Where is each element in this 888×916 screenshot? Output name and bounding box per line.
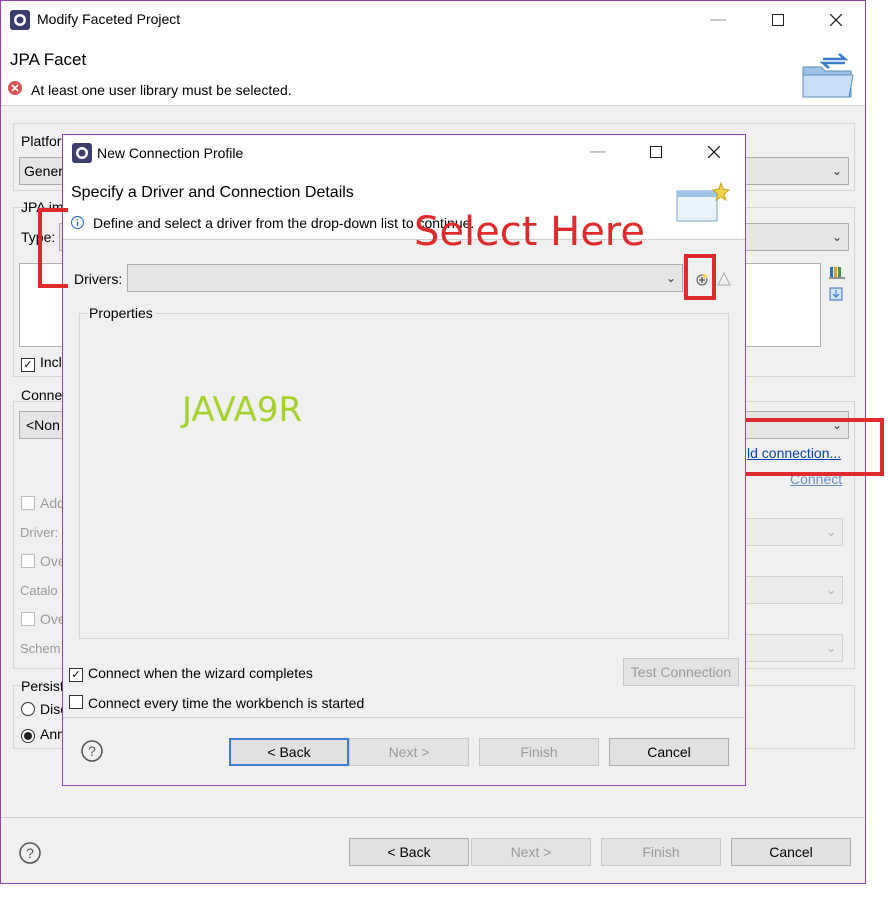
inner-minimize-button[interactable]: — (575, 137, 621, 167)
platform-label: Platfor (21, 133, 62, 149)
dialog-title: Specify a Driver and Connection Details (71, 184, 354, 201)
platform-value: Gener (24, 163, 63, 179)
override-catalog-checkbox[interactable] (21, 554, 35, 571)
connection-value: <Non (26, 417, 60, 433)
svg-text:?: ? (26, 845, 34, 861)
catalog-label: Catalo (20, 583, 58, 598)
inner-window-title: New Connection Profile (97, 145, 244, 161)
folder-exchange-icon (801, 53, 859, 99)
persist-label: Persist (21, 678, 64, 694)
inner-close-button[interactable] (691, 137, 737, 167)
schema-label: Schem (20, 641, 61, 656)
test-connection-button[interactable]: Test Connection (623, 658, 739, 686)
override-schema-checkbox[interactable] (21, 612, 35, 629)
help-icon[interactable]: ? (19, 842, 41, 864)
properties-label: Properties (87, 305, 155, 321)
outer-close-button[interactable] (813, 5, 859, 35)
header-divider (1, 105, 865, 106)
drivers-label: Drivers: (74, 271, 123, 287)
outer-cancel-button[interactable]: Cancel (731, 838, 851, 866)
outer-maximize-button[interactable] (755, 5, 801, 35)
checkbox-icon (21, 554, 35, 568)
chevron-down-icon: ⌄ (665, 271, 676, 285)
outer-back-button[interactable]: < Back (349, 838, 469, 866)
radio-icon (21, 702, 35, 716)
annotation-highlight-add-driver (684, 254, 716, 300)
inner-next-button[interactable]: Next > (349, 738, 469, 766)
checkbox-checked-icon: ✓ (69, 667, 83, 682)
manage-libraries-icon[interactable] (829, 265, 845, 279)
schema-combo[interactable]: ⌄ (743, 634, 843, 662)
inner-back-button[interactable]: < Back (229, 738, 349, 766)
minimize-icon: — (590, 143, 606, 160)
select-here-annotation: Select Here (414, 209, 645, 255)
download-library-icon[interactable] (829, 287, 845, 301)
outer-next-button[interactable]: Next > (471, 838, 591, 866)
annotation-highlight-add-connection (746, 418, 884, 476)
chevron-down-icon: ⌄ (825, 641, 836, 655)
inner-finish-button[interactable]: Finish (479, 738, 599, 766)
inner-footer-divider (63, 717, 745, 718)
properties-group (79, 313, 729, 639)
edit-driver-definition-icon[interactable] (717, 271, 731, 286)
outer-minimize-button[interactable]: — (695, 5, 741, 35)
eclipse-app-icon (10, 10, 30, 30)
checkbox-icon (21, 496, 35, 510)
maximize-icon (772, 14, 784, 26)
error-message: At least one user library must be select… (31, 82, 292, 98)
checkbox-icon (69, 695, 83, 709)
close-icon (708, 146, 720, 158)
checkbox-checked-icon: ✓ (21, 357, 35, 372)
chevron-down-icon: ⌄ (831, 164, 842, 178)
annotation-highlight-left (38, 208, 68, 288)
drivers-combo[interactable]: ⌄ (127, 264, 683, 292)
help-icon[interactable]: ? (81, 740, 103, 762)
minimize-icon: — (710, 11, 726, 28)
page-title: JPA Facet (10, 50, 87, 69)
include-libraries-checkbox[interactable]: ✓ (21, 355, 35, 372)
discover-radio[interactable] (21, 702, 35, 719)
radio-selected-icon (21, 729, 35, 743)
outer-header: JPA Facet At least one user library must… (1, 39, 865, 105)
inner-title-bar: New Connection Profile — (63, 135, 745, 171)
outer-finish-button[interactable]: Finish (601, 838, 721, 866)
connection-wizard-icon (675, 181, 731, 225)
driver-label: Driver: (20, 525, 59, 540)
connect-when-complete-label: Connect when the wizard completes (88, 665, 313, 681)
inner-cancel-button[interactable]: Cancel (609, 738, 729, 766)
connect-every-time-label: Connect every time the workbench is star… (88, 695, 365, 711)
connect-when-complete-checkbox[interactable]: ✓ (69, 665, 83, 682)
outer-window-title: Modify Faceted Project (37, 11, 181, 27)
eclipse-app-icon (72, 143, 92, 163)
connection-label: Conne (21, 387, 63, 403)
close-icon (830, 14, 842, 26)
annotated-radio[interactable] (21, 727, 35, 743)
watermark-text: JAVA9R (182, 390, 303, 430)
connect-every-time-checkbox[interactable] (69, 695, 83, 712)
outer-title-bar: Modify Faceted Project — (1, 1, 865, 39)
error-icon (8, 81, 22, 95)
footer-divider (1, 817, 865, 818)
chevron-down-icon: ⌄ (831, 230, 842, 244)
maximize-icon (650, 146, 662, 158)
catalog-combo[interactable]: ⌄ (743, 576, 843, 604)
inner-maximize-button[interactable] (633, 137, 679, 167)
svg-text:?: ? (88, 743, 96, 759)
add-driver-checkbox[interactable] (21, 496, 35, 513)
chevron-down-icon: ⌄ (825, 583, 836, 597)
checkbox-icon (21, 612, 35, 626)
chevron-down-icon: ⌄ (825, 525, 836, 539)
info-icon (70, 215, 85, 230)
driver-combo[interactable]: ⌄ (743, 518, 843, 546)
include-libraries-label: Incl (40, 354, 62, 370)
